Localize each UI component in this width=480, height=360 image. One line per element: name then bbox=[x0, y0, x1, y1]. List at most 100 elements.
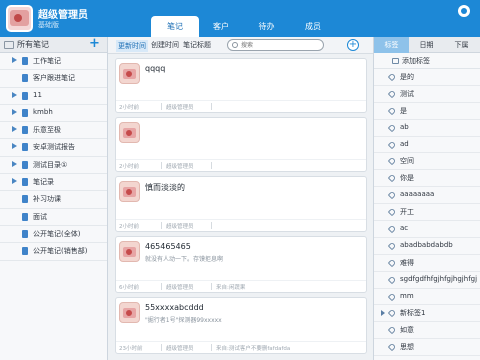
add-notebook-button[interactable]: + bbox=[89, 36, 100, 51]
tag-item[interactable]: 难得 bbox=[374, 255, 480, 272]
tag-item[interactable]: ab bbox=[374, 120, 480, 137]
notebook-icon bbox=[22, 178, 28, 187]
tag-label: 思想 bbox=[400, 343, 414, 352]
note-card[interactable]: 465465465 就没有人动一下。存馍拒息啊 6小时前 超级管理员 来自:闲蔬果 bbox=[115, 236, 367, 293]
notebook-item[interactable]: 工作笔记 bbox=[0, 53, 107, 71]
add-note-button[interactable]: + bbox=[347, 39, 359, 51]
notebook-item[interactable]: 客户跟进笔记 bbox=[0, 70, 107, 88]
tag-label: 空间 bbox=[400, 157, 414, 166]
sort-by-created[interactable]: 创建时间 bbox=[151, 40, 179, 50]
notebook-item[interactable]: kmbh bbox=[0, 105, 107, 123]
notebook-item[interactable]: 面试 bbox=[0, 209, 107, 226]
tag-item[interactable]: ad bbox=[374, 137, 480, 154]
tab-date[interactable]: 日期 bbox=[409, 37, 444, 53]
note-meta: 2小时前 超级管理员 bbox=[116, 159, 366, 171]
tag-item[interactable]: 是 bbox=[374, 103, 480, 120]
note-time: 6小时前 bbox=[119, 285, 139, 291]
expand-arrow-icon[interactable] bbox=[12, 57, 17, 63]
notebook-item[interactable]: 公开笔记(全体) bbox=[0, 226, 107, 244]
expand-arrow-icon[interactable] bbox=[12, 108, 17, 115]
expand-arrow-icon[interactable] bbox=[381, 310, 385, 317]
expand-arrow-icon[interactable] bbox=[12, 91, 17, 98]
note-card[interactable]: 2小时前 超级管理员 bbox=[115, 117, 367, 172]
notebook-label: 乐意至极 bbox=[33, 126, 61, 135]
tab-notes[interactable]: 笔记 bbox=[151, 16, 199, 37]
note-title: 465465465 bbox=[145, 242, 191, 251]
tag-item[interactable]: sgdfgdfhfgjhfgjhgjhfgj bbox=[374, 272, 480, 289]
note-card[interactable]: 慎而淡淡的 2小时前 超级管理员 bbox=[115, 176, 367, 232]
expand-arrow-icon[interactable] bbox=[12, 178, 17, 185]
notebook-icon bbox=[22, 143, 28, 152]
expand-arrow-icon[interactable] bbox=[12, 126, 17, 133]
notebook-icon bbox=[22, 160, 28, 169]
notebook-item[interactable]: 补习功课 bbox=[0, 191, 107, 209]
notebook-item[interactable]: 公开笔记(销售部) bbox=[0, 243, 107, 261]
note-thumbnail bbox=[119, 122, 140, 143]
tag-item[interactable]: 是的 bbox=[374, 69, 480, 86]
tag-item[interactable]: 空间 bbox=[374, 153, 480, 171]
meta-divider bbox=[161, 222, 162, 229]
notebook-item[interactable]: 11 bbox=[0, 88, 107, 105]
notebook-sidebar: 所有笔记 + 工作笔记客户跟进笔记 11 kmbh 乐意至极安卓测试报告 测试目录① 笔记… bbox=[0, 36, 108, 360]
note-title: 慎而淡淡的 bbox=[145, 183, 185, 192]
tag-label: ad bbox=[400, 139, 409, 148]
all-notes-header[interactable]: 所有笔记 + bbox=[0, 36, 107, 53]
tag-item[interactable]: 思想 bbox=[374, 339, 480, 357]
tag-item[interactable]: 新标签1 bbox=[374, 305, 480, 323]
tab-subordinates[interactable]: 下属 bbox=[444, 37, 479, 53]
notebook-label: 公开笔记(销售部) bbox=[33, 247, 88, 256]
tag-icon bbox=[387, 89, 397, 99]
expand-arrow-icon[interactable] bbox=[12, 143, 17, 150]
notebook-icon bbox=[22, 108, 28, 117]
tab-customers[interactable]: 客户 bbox=[199, 16, 243, 37]
note-card[interactable]: 55xxxxabcddd "掘行者1号"探测器99xxxxx 23小时前 超级管理员 来… bbox=[115, 297, 367, 354]
tag-item[interactable]: 测试 bbox=[374, 86, 480, 103]
tag-icon bbox=[387, 326, 397, 335]
notebook-item[interactable]: 笔记录 bbox=[0, 174, 107, 192]
search-input[interactable] bbox=[241, 41, 321, 50]
tag-icon bbox=[387, 224, 397, 234]
tag-item[interactable]: 如意 bbox=[374, 322, 480, 340]
meta-divider bbox=[211, 103, 212, 110]
user-avatar[interactable] bbox=[6, 5, 33, 32]
notebook-icon bbox=[22, 247, 28, 256]
search-box[interactable] bbox=[227, 39, 324, 51]
notebook-icon bbox=[22, 195, 28, 204]
note-card[interactable]: qqqq 2小时前 超级管理员 bbox=[115, 58, 367, 113]
tag-label: abadbabdabdb bbox=[400, 240, 453, 249]
top-header: 超级管理员 基础版 笔记 客户 待办 成员 bbox=[0, 0, 480, 37]
notebook-label: 11 bbox=[33, 90, 42, 99]
notebook-item[interactable]: 测试目录① bbox=[0, 157, 107, 175]
tag-item[interactable]: abadbabdabdb bbox=[374, 238, 480, 255]
notebook-item[interactable]: 安卓测试报告 bbox=[0, 139, 107, 157]
expand-arrow-icon[interactable] bbox=[12, 160, 17, 167]
tag-add-icon bbox=[392, 58, 399, 64]
settings-icon[interactable] bbox=[458, 5, 470, 17]
notebook-label: 工作笔记 bbox=[33, 57, 61, 65]
main-tabs: 笔记 客户 待办 成员 bbox=[151, 16, 336, 37]
tag-item[interactable]: 开工 bbox=[374, 204, 480, 222]
note-author: 超级管理员 bbox=[166, 164, 194, 170]
note-source: 来自:闲蔬果 bbox=[216, 285, 246, 291]
notebook-item[interactable]: 乐意至极 bbox=[0, 122, 107, 140]
tag-icon bbox=[387, 275, 397, 284]
note-time: 2小时前 bbox=[119, 105, 139, 111]
note-time: 2小时前 bbox=[119, 164, 139, 170]
tab-members[interactable]: 成员 bbox=[290, 16, 336, 37]
tag-item[interactable]: aaaaaaaa bbox=[374, 187, 480, 205]
notebook-list: 工作笔记客户跟进笔记 11 kmbh 乐意至极安卓测试报告 测试目录① 笔记录 补习功课 面试… bbox=[0, 53, 107, 261]
add-tag-button[interactable]: 添加标签 bbox=[374, 53, 480, 69]
tag-item[interactable]: mm bbox=[374, 289, 480, 306]
tag-icon bbox=[387, 106, 397, 116]
tag-item[interactable]: ac bbox=[374, 221, 480, 238]
app-window: 超级管理员 基础版 笔记 客户 待办 成员 所有笔记 + 工作笔记客户跟进笔记 1… bbox=[0, 0, 480, 360]
sort-by-updated[interactable]: 更新时间 bbox=[116, 40, 148, 52]
tag-label: 是的 bbox=[400, 73, 414, 81]
tag-label: aaaaaaaa bbox=[400, 190, 435, 199]
sort-by-title[interactable]: 笔记标题 bbox=[183, 40, 211, 50]
note-meta: 23小时前 超级管理员 来自:测试客户不要删fafdafda bbox=[116, 341, 366, 353]
tag-item[interactable]: 你是 bbox=[374, 170, 480, 188]
notebook-icon bbox=[22, 57, 28, 65]
tab-tags[interactable]: 标签 bbox=[374, 37, 409, 53]
tab-todo[interactable]: 待办 bbox=[243, 16, 290, 37]
